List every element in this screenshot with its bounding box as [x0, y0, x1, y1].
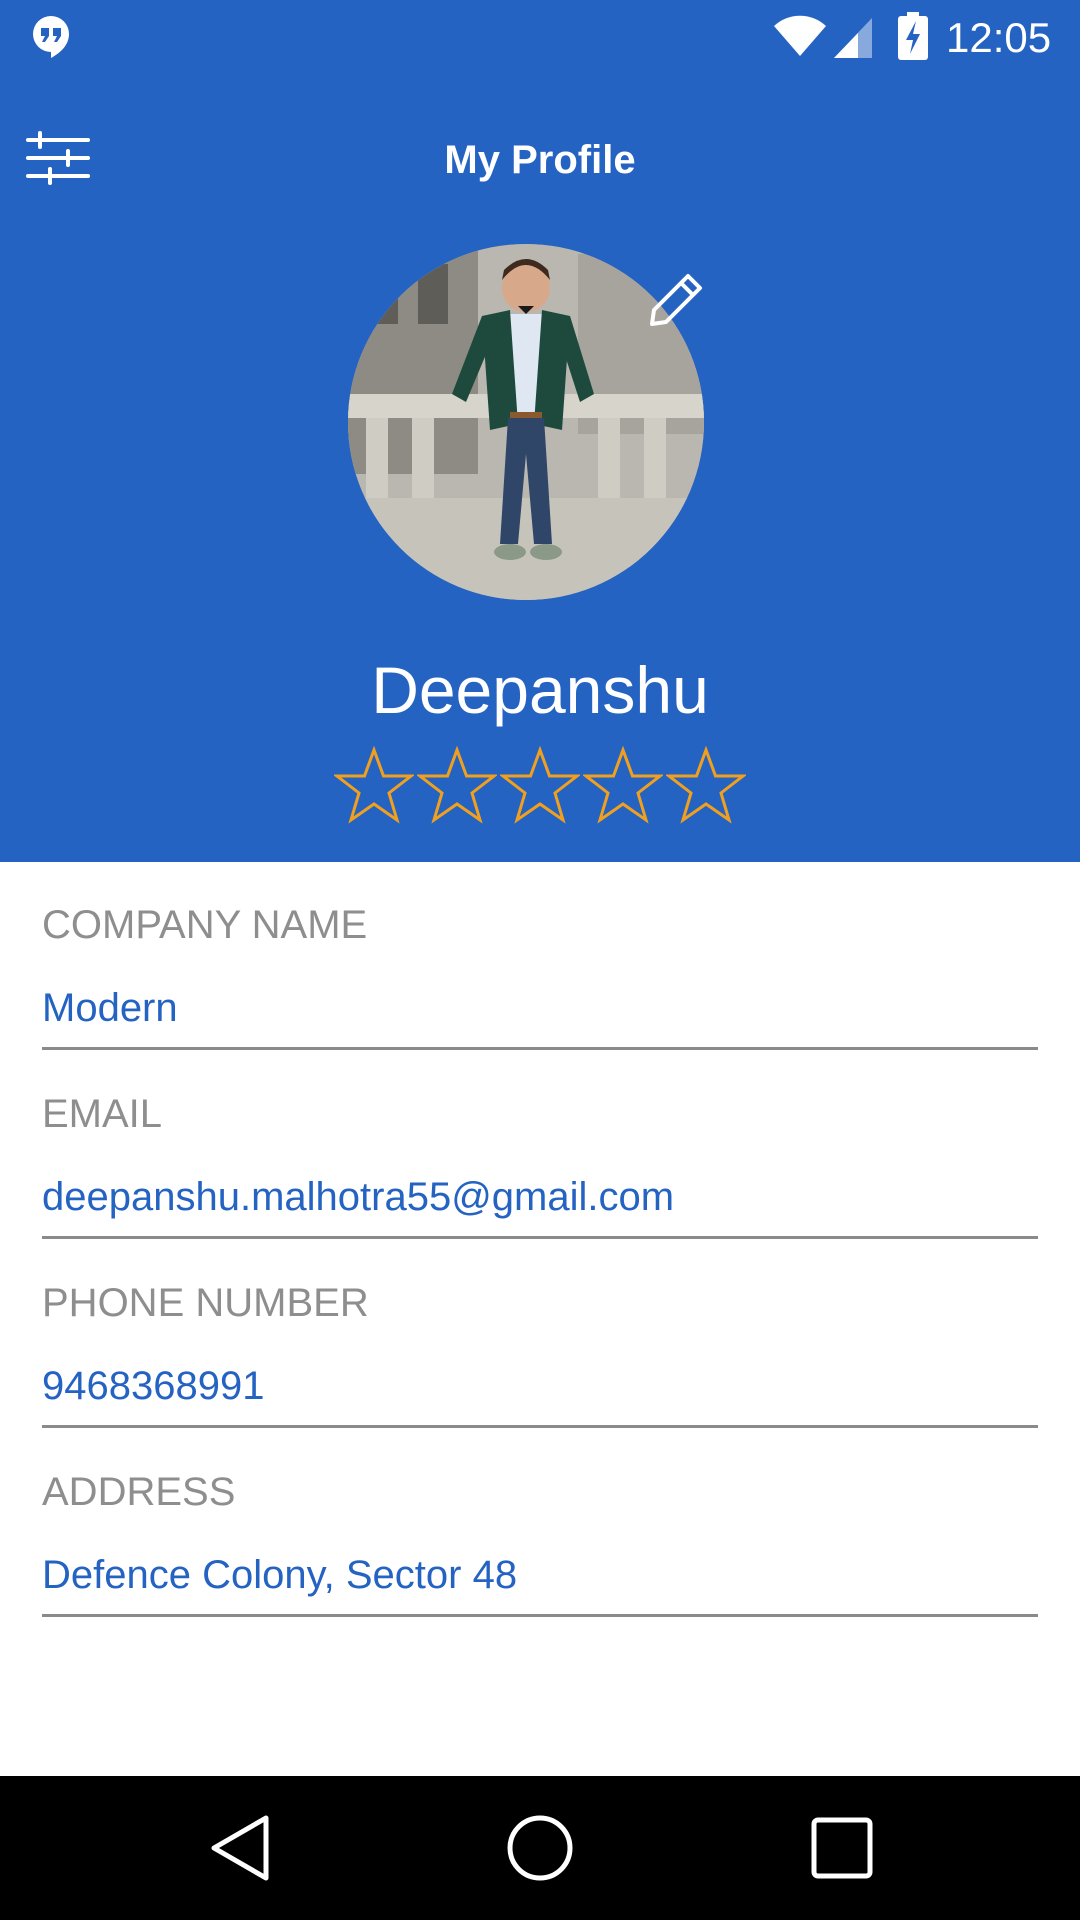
rating-stars[interactable]	[334, 746, 746, 826]
phone-number-label: PHONE NUMBER	[42, 1281, 369, 1325]
wifi-icon	[774, 15, 826, 56]
star-icon[interactable]	[417, 746, 497, 826]
navigation-bar	[0, 1776, 1080, 1920]
pencil-icon[interactable]	[648, 270, 706, 328]
signal-icon	[834, 18, 872, 58]
back-icon[interactable]	[206, 1812, 276, 1884]
status-bar: 12:05	[0, 0, 1080, 78]
address-field[interactable]	[42, 1537, 1038, 1617]
email-label: EMAIL	[42, 1092, 163, 1136]
star-icon[interactable]	[334, 746, 414, 826]
battery-charging-icon	[898, 12, 928, 60]
company-name-label: COMPANY NAME	[42, 903, 368, 947]
hangouts-icon	[33, 16, 69, 58]
profile-name: Deepanshu	[371, 653, 709, 727]
company-name-field[interactable]	[42, 970, 1038, 1050]
home-icon[interactable]	[504, 1812, 576, 1884]
phone-number-field[interactable]	[42, 1348, 1038, 1428]
status-time: 12:05	[946, 14, 1052, 61]
star-icon[interactable]	[500, 746, 580, 826]
recents-icon[interactable]	[806, 1812, 878, 1884]
address-label: ADDRESS	[42, 1470, 236, 1514]
email-field[interactable]	[42, 1159, 1038, 1239]
star-icon[interactable]	[666, 746, 746, 826]
page-title: My Profile	[444, 138, 636, 182]
star-icon[interactable]	[583, 746, 663, 826]
profile-header: 12:05 My Profile Deepanshu	[0, 0, 1080, 862]
